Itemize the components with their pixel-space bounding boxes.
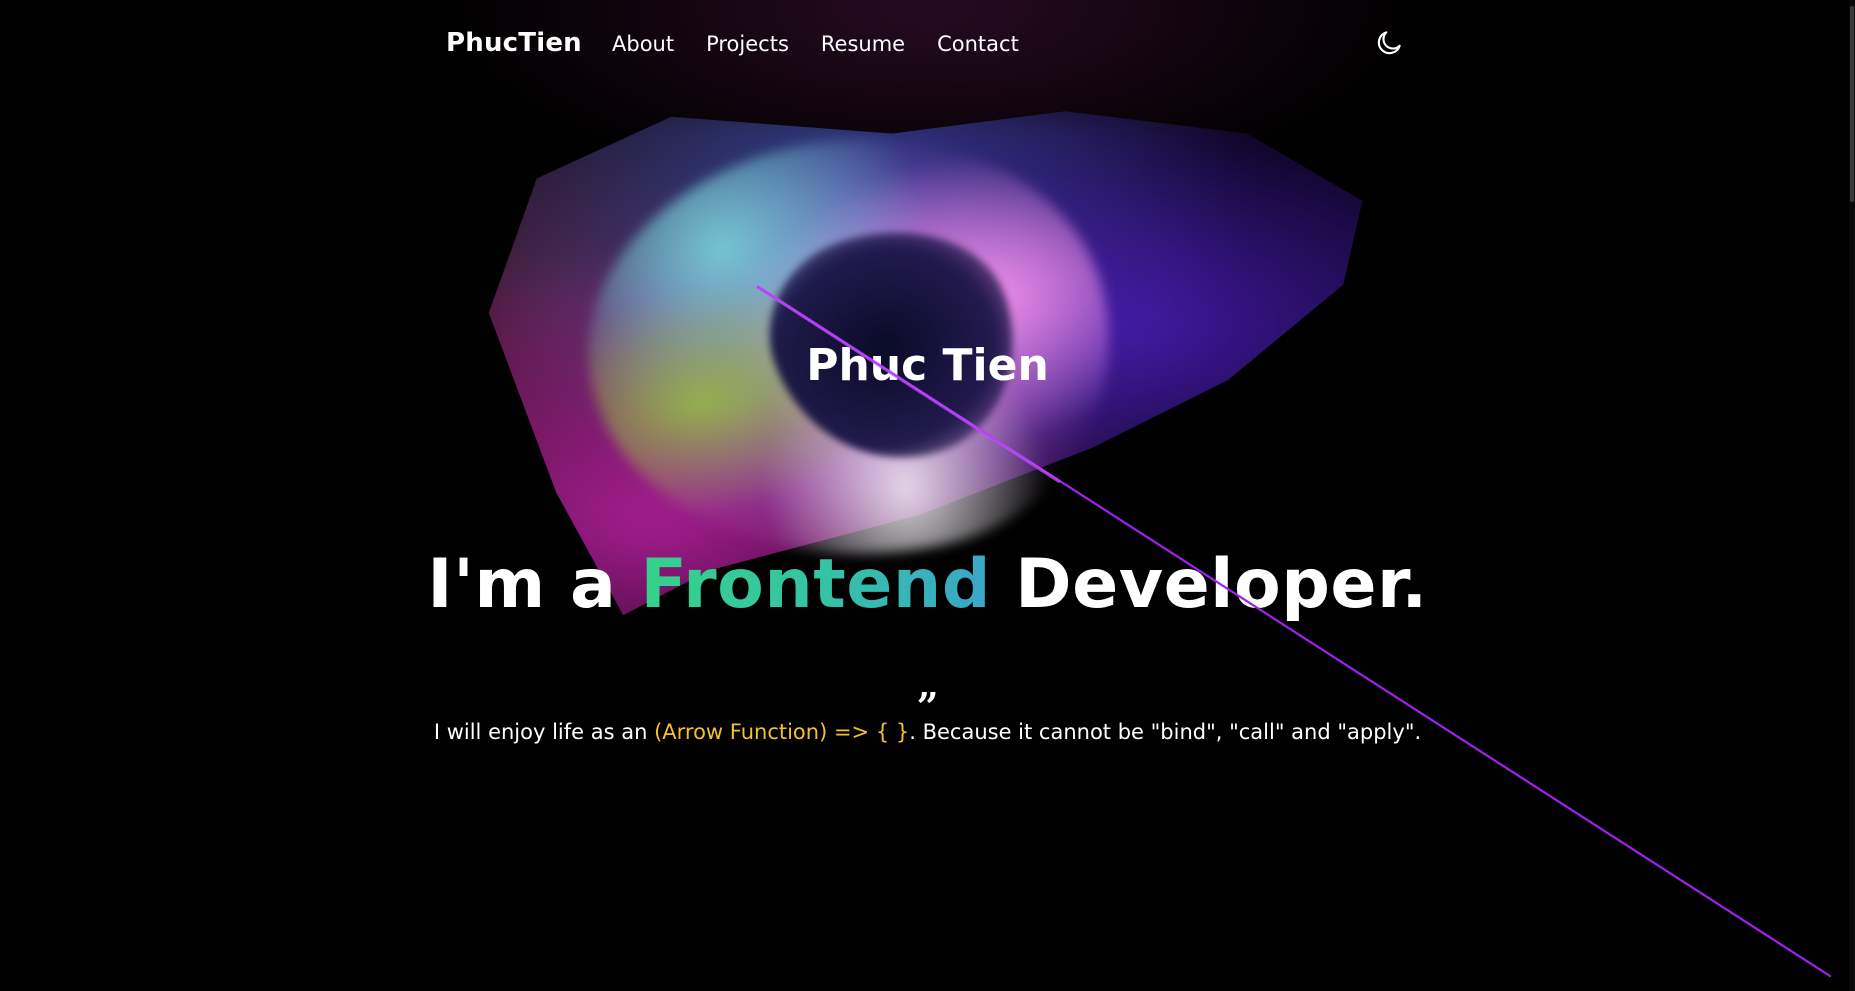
hero-headline: I'm a Frontend Developer. — [0, 545, 1855, 624]
headline-accent: Frontend — [640, 545, 991, 624]
portfolio-page: PhucTien About Projects Resume Contact P… — [0, 0, 1855, 991]
nav-links: About Projects Resume Contact — [612, 32, 1051, 56]
quote-prefix: I will enjoy life as an — [433, 720, 655, 744]
moon-icon — [1377, 31, 1401, 55]
nav-link-about[interactable]: About — [612, 32, 674, 56]
hero-name: Phuc Tien — [806, 340, 1049, 391]
nav-link-resume[interactable]: Resume — [821, 32, 905, 56]
quote-code: (Arrow Function) => { } — [654, 720, 910, 744]
scrollbar-thumb[interactable] — [1850, 6, 1854, 202]
hero-quote: I will enjoy life as an (Arrow Function)… — [0, 720, 1855, 744]
site-logo[interactable]: PhucTien — [446, 28, 582, 58]
nav-link-projects[interactable]: Projects — [706, 32, 789, 56]
top-navbar: PhucTien About Projects Resume Contact — [0, 0, 1855, 90]
headline-prefix: I'm a — [427, 545, 641, 624]
nav-link-contact[interactable]: Contact — [937, 32, 1019, 56]
page-scrollbar[interactable] — [1849, 0, 1855, 991]
theme-toggle-button[interactable] — [1374, 28, 1404, 58]
headline-suffix: Developer. — [991, 545, 1428, 624]
quote-suffix: . Because it cannot be "bind", "call" an… — [909, 720, 1422, 744]
